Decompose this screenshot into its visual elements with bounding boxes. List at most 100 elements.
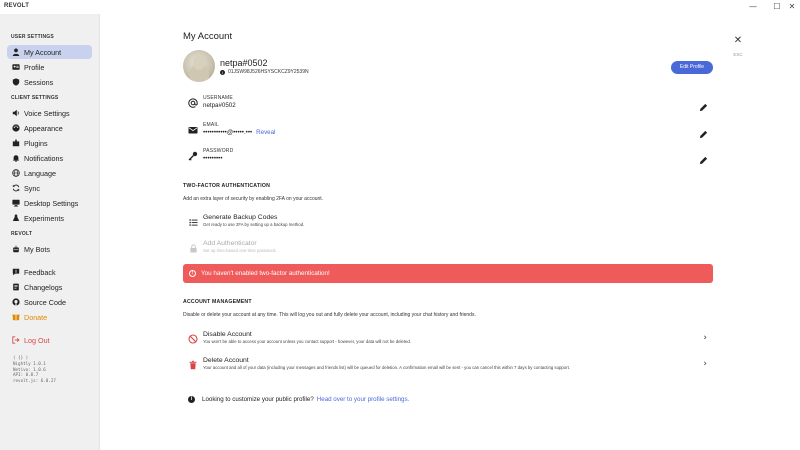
sidebar-item-feedback[interactable]: Feedback: [7, 265, 92, 279]
sidebar-item-voice-settings[interactable]: Voice Settings: [7, 106, 92, 120]
sidebar-item-label: Appearance: [24, 123, 63, 133]
esc-label: ESC: [733, 52, 743, 57]
two-factor-alert: ! You haven't enabled two-factor authent…: [183, 264, 713, 283]
robot-icon: [11, 245, 20, 254]
sidebar-item-source-code[interactable]: Source Code: [7, 295, 92, 309]
section-title-user-settings: USER SETTINGS: [11, 34, 54, 40]
key-icon: [188, 151, 198, 161]
password-label: PASSWORD: [203, 148, 234, 154]
option-desc: Set up time-based one-time password.: [203, 248, 277, 253]
id-card-icon: [11, 63, 20, 72]
info-icon: i: [220, 69, 225, 75]
window-close-button[interactable]: ✕: [784, 0, 800, 13]
page-title: My Account: [183, 31, 233, 42]
sync-icon: [11, 184, 20, 193]
bell-icon: [11, 154, 20, 163]
email-value: •••••••••••@•••••.••• Reveal: [203, 129, 275, 136]
username-label: USERNAME: [203, 95, 233, 101]
section-title-revolt: REVOLT: [11, 231, 33, 237]
section-title-client-settings: CLIENT SETTINGS: [11, 95, 59, 101]
sidebar-item-appearance[interactable]: Appearance: [7, 121, 92, 135]
sidebar-item-label: Plugins: [24, 138, 48, 148]
sidebar: USER SETTINGS My Account Profile Session…: [0, 14, 100, 450]
sidebar-item-label: Sessions: [24, 77, 54, 87]
pencil-icon[interactable]: [699, 99, 708, 112]
sidebar-item-donate[interactable]: Donate: [7, 310, 92, 324]
sidebar-item-label: Donate: [24, 312, 48, 322]
generate-backup-codes-option[interactable]: Generate Backup Codes Get ready to use 2…: [183, 214, 713, 234]
sidebar-item-label: Notifications: [24, 153, 64, 163]
email-masked: •••••••••••@•••••.•••: [203, 129, 253, 136]
pencil-icon[interactable]: [699, 126, 708, 139]
email-label: EMAIL: [203, 122, 220, 128]
sidebar-item-label: Desktop Settings: [24, 198, 79, 208]
pencil-icon[interactable]: [699, 152, 708, 165]
sidebar-item-log-out[interactable]: Log Out: [7, 333, 92, 347]
puzzle-icon: [11, 139, 20, 148]
two-factor-title: TWO-FACTOR AUTHENTICATION: [183, 183, 271, 189]
sidebar-item-my-bots[interactable]: My Bots: [7, 242, 92, 256]
option-title: Generate Backup Codes: [203, 214, 278, 221]
sidebar-item-label: Profile: [24, 62, 45, 72]
chevron-right-icon: ›: [703, 359, 707, 369]
edit-profile-button[interactable]: Edit Profile: [671, 61, 713, 74]
option-desc: Your account and all of your data (inclu…: [203, 365, 570, 370]
sidebar-item-desktop-settings[interactable]: Desktop Settings: [7, 196, 92, 210]
avatar[interactable]: [183, 50, 215, 82]
option-title: Add Authenticator: [203, 240, 257, 247]
mail-icon: [188, 125, 198, 135]
speaker-icon: [11, 109, 20, 118]
minimize-button[interactable]: —: [742, 0, 764, 13]
sidebar-item-label: Source Code: [24, 297, 66, 307]
close-icon[interactable]: ✕: [730, 36, 746, 46]
delete-account-option[interactable]: Delete Account Your account and all of y…: [183, 357, 713, 377]
profile-tip: i Looking to customize your public profi…: [188, 396, 409, 403]
username-field: USERNAME netpa#0502: [183, 95, 713, 117]
profile-tip-text: Looking to customize your public profile…: [202, 396, 314, 403]
shield-icon: [11, 78, 20, 87]
globe-icon: [11, 169, 20, 178]
main-content: My Account netpa#0502 i 01JSW98J526HSYSC…: [183, 0, 713, 450]
account-management-title: ACCOUNT MANAGEMENT: [183, 299, 252, 305]
sidebar-item-sync[interactable]: Sync: [7, 181, 92, 195]
user-icon: [11, 48, 20, 57]
lock-icon: [188, 243, 198, 253]
reveal-link[interactable]: Reveal: [256, 129, 275, 136]
version-line: revolt.js: 6.0.27: [13, 377, 56, 383]
account-management-desc: Disable or delete your account at any ti…: [183, 312, 476, 318]
donate-icon: [11, 313, 20, 322]
disable-account-option[interactable]: Disable Account You won't be able to acc…: [183, 331, 713, 351]
sidebar-item-label: Changelogs: [24, 282, 63, 292]
sidebar-item-sessions[interactable]: Sessions: [7, 75, 92, 89]
alert-icon: !: [189, 270, 196, 277]
chevron-right-icon: ›: [703, 333, 707, 343]
alert-text: You haven't enabled two-factor authentic…: [201, 270, 330, 277]
sidebar-item-my-account[interactable]: My Account: [7, 45, 92, 59]
info-icon: i: [188, 396, 195, 403]
email-field: EMAIL •••••••••••@•••••.••• Reveal: [183, 122, 713, 144]
sidebar-item-label: My Bots: [24, 244, 50, 254]
sidebar-item-notifications[interactable]: Notifications: [7, 151, 92, 165]
palette-icon: [11, 124, 20, 133]
block-icon: [188, 334, 198, 344]
add-authenticator-option: Add Authenticator Set up time-based one-…: [183, 240, 713, 260]
close-settings[interactable]: ✕ ESC: [730, 36, 746, 58]
sidebar-item-label: Experiments: [24, 213, 64, 223]
profile-id[interactable]: i 01JSW98J526HSYSCKCZ9Y2539N: [220, 69, 309, 75]
github-icon: [11, 298, 20, 307]
sidebar-item-language[interactable]: Language: [7, 166, 92, 180]
option-title: Disable Account: [203, 331, 252, 338]
sidebar-item-profile[interactable]: Profile: [7, 60, 92, 74]
sidebar-item-experiments[interactable]: Experiments: [7, 211, 92, 225]
sidebar-item-plugins[interactable]: Plugins: [7, 136, 92, 150]
two-factor-desc: Add an extra layer of security by enabli…: [183, 196, 324, 202]
sidebar-item-label: Language: [24, 168, 56, 178]
app-title: REVOLT: [4, 3, 30, 9]
sidebar-item-label: Log Out: [24, 335, 50, 345]
at-icon: [188, 98, 198, 108]
sidebar-item-changelogs[interactable]: Changelogs: [7, 280, 92, 294]
option-title: Delete Account: [203, 357, 249, 364]
password-value: •••••••••: [203, 155, 223, 162]
feedback-icon: [11, 268, 20, 277]
profile-settings-link[interactable]: Head over to your profile settings.: [317, 396, 410, 403]
